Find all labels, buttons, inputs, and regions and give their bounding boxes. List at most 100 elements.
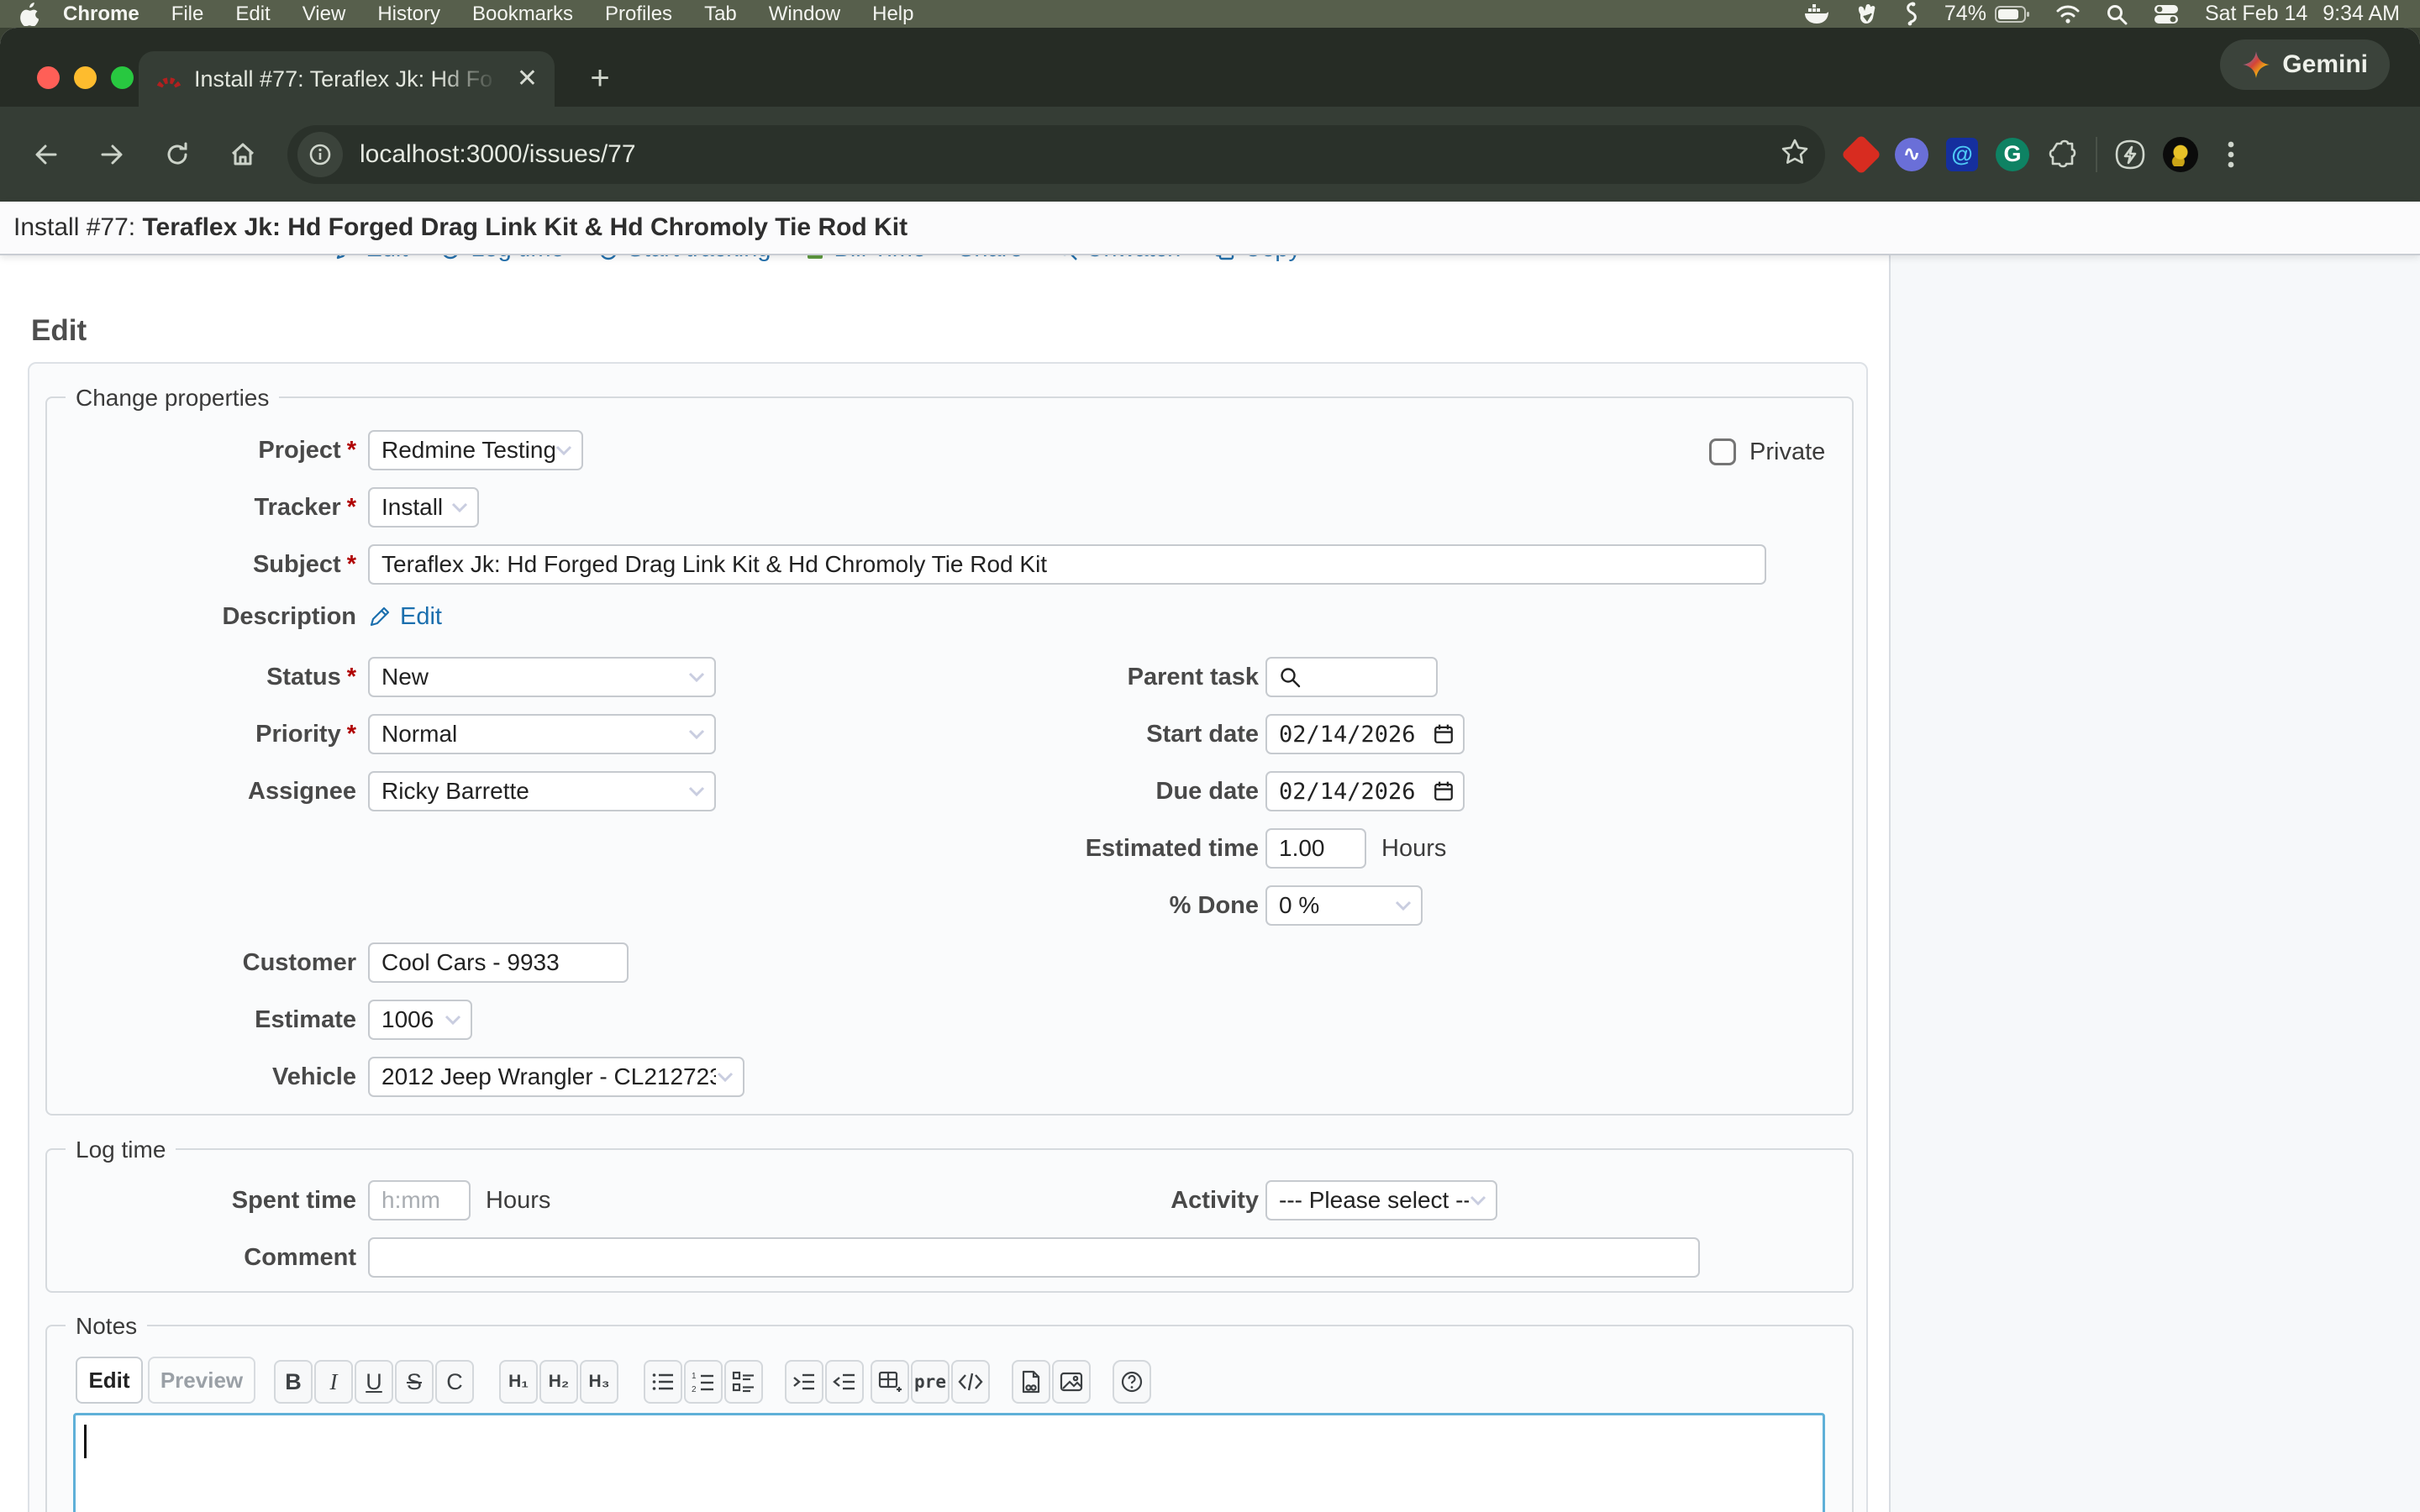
toolbar-unordered-list-button[interactable]: [644, 1360, 682, 1404]
assignee-label: Assignee: [47, 771, 356, 811]
notes-legend: Notes: [66, 1311, 147, 1341]
main-content: Edit Change properties Project* Redmine …: [0, 254, 1889, 1512]
toolbar-heading3-button[interactable]: H₃: [580, 1360, 618, 1404]
menubar-item-window[interactable]: Window: [753, 3, 856, 26]
priority-select[interactable]: Normal: [368, 714, 716, 754]
toolbar-inline-code-button[interactable]: C: [435, 1360, 474, 1404]
toolbar-image-button[interactable]: [1052, 1360, 1091, 1404]
menubar-item-history[interactable]: History: [361, 3, 456, 26]
chevron-down-icon: [1469, 1194, 1487, 1206]
menubar-item-view[interactable]: View: [287, 3, 362, 26]
toolbar-code-block-button[interactable]: [951, 1360, 990, 1404]
gemini-button[interactable]: Gemini: [2220, 39, 2390, 90]
private-checkbox[interactable]: [1709, 438, 1736, 465]
toolbar-bold-button[interactable]: B: [274, 1360, 313, 1404]
toolbar-strikethrough-button[interactable]: S: [395, 1360, 434, 1404]
performance-leaf-icon[interactable]: [2112, 137, 2148, 172]
menubar-item-tab[interactable]: Tab: [688, 3, 753, 26]
toolbar-heading1-button[interactable]: H₁: [499, 1360, 538, 1404]
spotlight-search-icon[interactable]: [2106, 3, 2128, 25]
toolbar-attach-file-button[interactable]: [1012, 1360, 1050, 1404]
comment-input[interactable]: [368, 1237, 1700, 1278]
toolbar-outdent-button[interactable]: [825, 1360, 864, 1404]
done-ratio-select[interactable]: 0 %: [1265, 885, 1423, 926]
subject-input[interactable]: [368, 544, 1766, 585]
start-date-input[interactable]: 02/14/2026: [1265, 714, 1465, 754]
browser-tab[interactable]: Install #77: Teraflex Jk: Hd Fo ✕: [139, 51, 555, 107]
menubar-item-file[interactable]: File: [155, 3, 220, 26]
forward-button[interactable]: [87, 130, 136, 179]
status-select[interactable]: New: [368, 657, 716, 697]
extension-red-icon[interactable]: [1844, 137, 1879, 172]
docker-menu-icon[interactable]: [1803, 3, 1828, 25]
notes-tab-preview[interactable]: Preview: [148, 1357, 255, 1404]
project-select[interactable]: Redmine Testing: [368, 430, 583, 470]
hand-app-menu-icon[interactable]: [1854, 3, 1877, 26]
menubar-item-bookmarks[interactable]: Bookmarks: [456, 3, 589, 26]
tab-close-icon[interactable]: ✕: [517, 66, 538, 92]
apple-logo-icon[interactable]: [20, 3, 40, 26]
notes-fieldset: Notes Edit Preview B I U S C H₁ H₂ H₃ 12: [45, 1325, 1854, 1512]
toolbar-underline-button[interactable]: U: [355, 1360, 393, 1404]
extensions-puzzle-icon[interactable]: [2045, 137, 2081, 172]
new-tab-button[interactable]: +: [581, 60, 618, 97]
site-info-icon[interactable]: [297, 132, 343, 177]
menubar-item-chrome[interactable]: Chrome: [47, 3, 155, 26]
menubar-item-edit[interactable]: Edit: [219, 3, 286, 26]
back-button[interactable]: [22, 130, 71, 179]
extensions-row: ∿ @ G: [1844, 137, 2249, 172]
log-time-legend: Log time: [66, 1135, 176, 1165]
description-edit-link[interactable]: Edit: [368, 600, 442, 633]
extension-lock-icon[interactable]: @: [1944, 137, 1980, 172]
vehicle-select[interactable]: 2012 Jeep Wrangler - CL212723: [368, 1057, 744, 1097]
home-button[interactable]: [218, 130, 267, 179]
parent-task-input[interactable]: [1265, 657, 1438, 697]
toolbar-task-list-button[interactable]: [724, 1360, 763, 1404]
done-ratio-label: % Done: [871, 885, 1259, 926]
calendar-icon[interactable]: [1433, 723, 1455, 745]
toolbar-help-button[interactable]: [1113, 1360, 1151, 1404]
calendar-icon[interactable]: [1433, 780, 1455, 802]
menubar-item-profiles[interactable]: Profiles: [589, 3, 688, 26]
notes-tab-edit[interactable]: Edit: [76, 1357, 143, 1404]
bookmark-star-icon[interactable]: [1780, 137, 1810, 171]
extension-purple-icon[interactable]: ∿: [1894, 137, 1929, 172]
chrome-menu-kebab-icon[interactable]: [2213, 137, 2249, 172]
redmine-favicon: [155, 66, 182, 92]
edit-form-box: Change properties Project* Redmine Testi…: [28, 362, 1868, 1512]
control-center-icon[interactable]: [2153, 3, 2180, 25]
estimated-time-input[interactable]: [1265, 828, 1366, 869]
profile-avatar[interactable]: [2163, 137, 2198, 172]
battery-icon: [1995, 5, 2030, 24]
toolbar-indent-button[interactable]: [785, 1360, 823, 1404]
grammarly-icon[interactable]: G: [1995, 137, 2030, 172]
customer-input[interactable]: [368, 942, 629, 983]
tracker-select[interactable]: Install: [368, 487, 479, 528]
menubar-time: 9:34 AM: [2323, 2, 2400, 26]
toolbar-heading2-button[interactable]: H₂: [539, 1360, 578, 1404]
window-zoom-button[interactable]: [111, 66, 134, 89]
url-text[interactable]: localhost:3000/issues/77: [360, 140, 1780, 169]
spent-time-input[interactable]: [368, 1180, 471, 1221]
estimate-select[interactable]: 1006: [368, 1000, 472, 1040]
squiggle-menu-icon[interactable]: [1902, 2, 1919, 27]
address-bar[interactable]: localhost:3000/issues/77: [287, 125, 1825, 184]
toolbar-ordered-list-button[interactable]: 12: [684, 1360, 723, 1404]
chevron-down-icon: [1394, 900, 1413, 911]
due-date-input[interactable]: 02/14/2026: [1265, 771, 1465, 811]
wifi-icon[interactable]: [2055, 4, 2081, 24]
menubar-item-help[interactable]: Help: [856, 3, 929, 26]
toolbar-table-button[interactable]: [871, 1360, 909, 1404]
chevron-down-icon: [716, 1071, 734, 1083]
window-minimize-button[interactable]: [74, 66, 97, 89]
reload-button[interactable]: [153, 130, 202, 179]
toolbar-italic-button[interactable]: I: [314, 1360, 353, 1404]
assignee-select[interactable]: Ricky Barrette: [368, 771, 716, 811]
tab-strip: Install #77: Teraflex Jk: Hd Fo ✕ + Gemi…: [0, 28, 2420, 107]
notes-textarea[interactable]: [73, 1413, 1825, 1512]
toolbar-preformatted-button[interactable]: pre: [911, 1360, 950, 1404]
window-close-button[interactable]: [37, 66, 60, 89]
menubar-date[interactable]: Sat Feb 14: [2205, 2, 2307, 26]
comment-label: Comment: [47, 1237, 356, 1278]
activity-select[interactable]: --- Please select ---: [1265, 1180, 1497, 1221]
